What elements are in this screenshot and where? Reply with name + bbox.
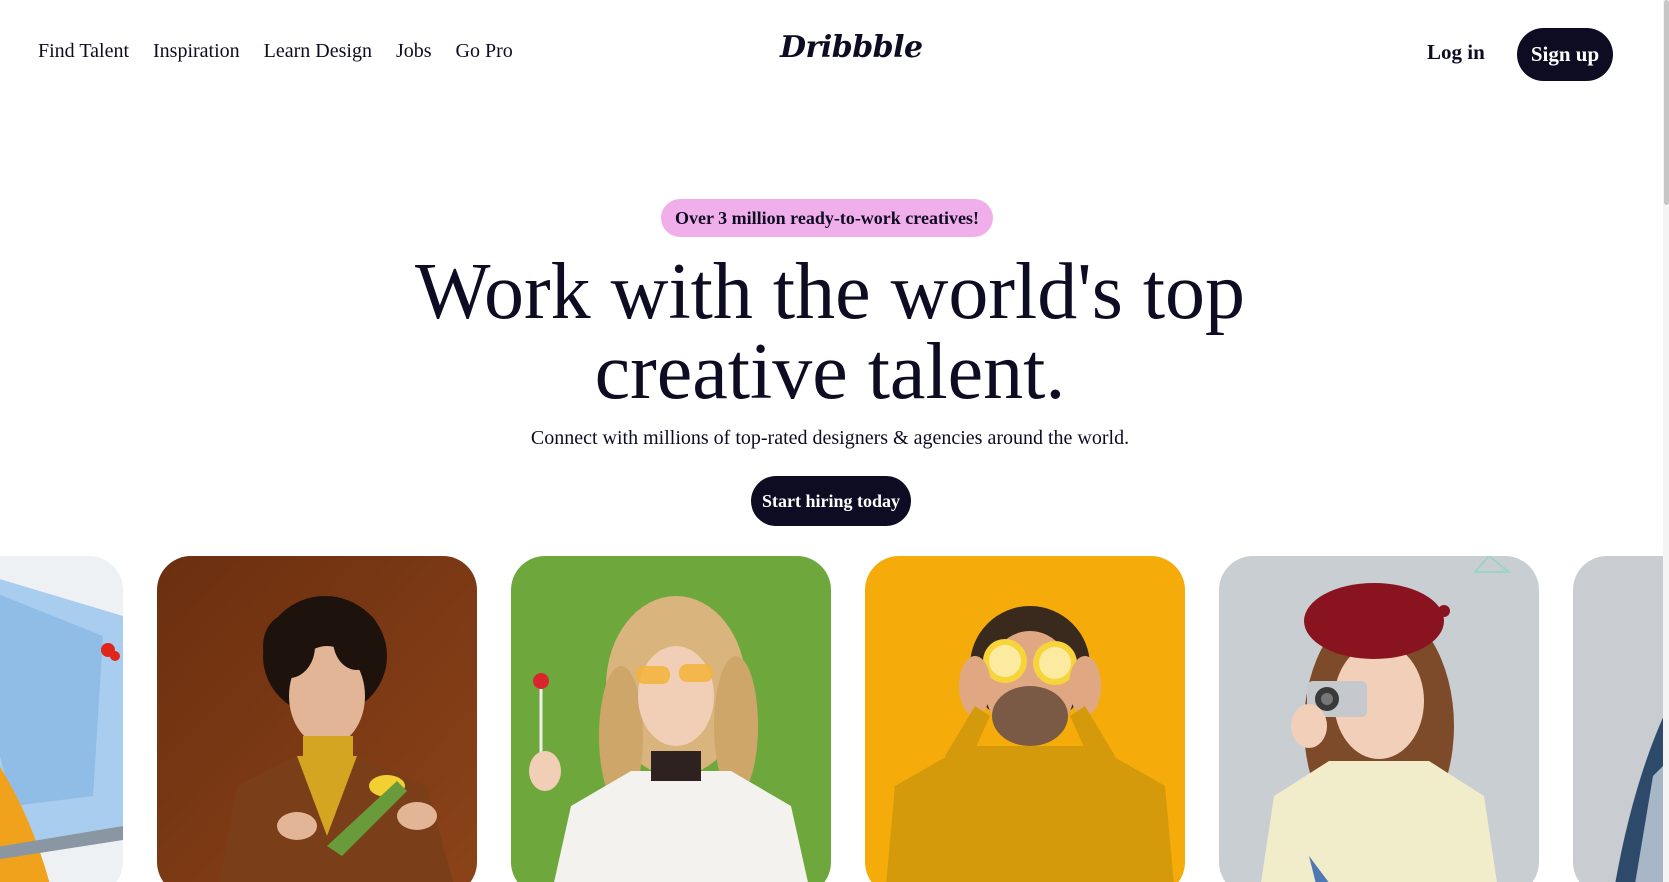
main-nav: Find Talent Inspiration Learn Design Job… [38,40,513,63]
nav-go-pro[interactable]: Go Pro [456,40,513,63]
nav-inspiration[interactable]: Inspiration [153,40,240,63]
blue-illustration-image[interactable] [0,556,123,882]
hero-title-line-2: creative talent. [594,328,1066,416]
creatives-badge: Over 3 million ready-to-work creatives! [661,199,993,237]
login-link[interactable]: Log in [1427,40,1485,65]
nav-find-talent[interactable]: Find Talent [38,40,129,63]
start-hiring-button[interactable]: Start hiring today [751,476,911,526]
hero-subtitle: Connect with millions of top-rated desig… [530,427,1130,449]
signup-button[interactable]: Sign up [1517,28,1613,81]
portrait-woman-lollipop-image[interactable] [511,556,831,882]
portrait-man-lemons-image[interactable] [865,556,1185,882]
page-scrollbar[interactable] [1663,0,1669,882]
nav-jobs[interactable]: Jobs [396,40,432,63]
dribbble-logo[interactable]: Dribbble [780,30,923,65]
hero-title: Work with the world's top creative talen… [0,252,1660,412]
nav-learn-design[interactable]: Learn Design [264,40,372,63]
portrait-man-tulip-image[interactable] [157,556,477,882]
page: Find Talent Inspiration Learn Design Job… [0,0,1669,882]
scrollbar-thumb[interactable] [1664,0,1669,205]
portrait-woman-camera-image[interactable] [1219,556,1539,882]
badge-text: Over 3 million ready-to-work creatives! [675,207,979,228]
hero-title-line-1: Work with the world's top [414,248,1246,336]
portrait-partial-image[interactable] [1573,556,1669,882]
